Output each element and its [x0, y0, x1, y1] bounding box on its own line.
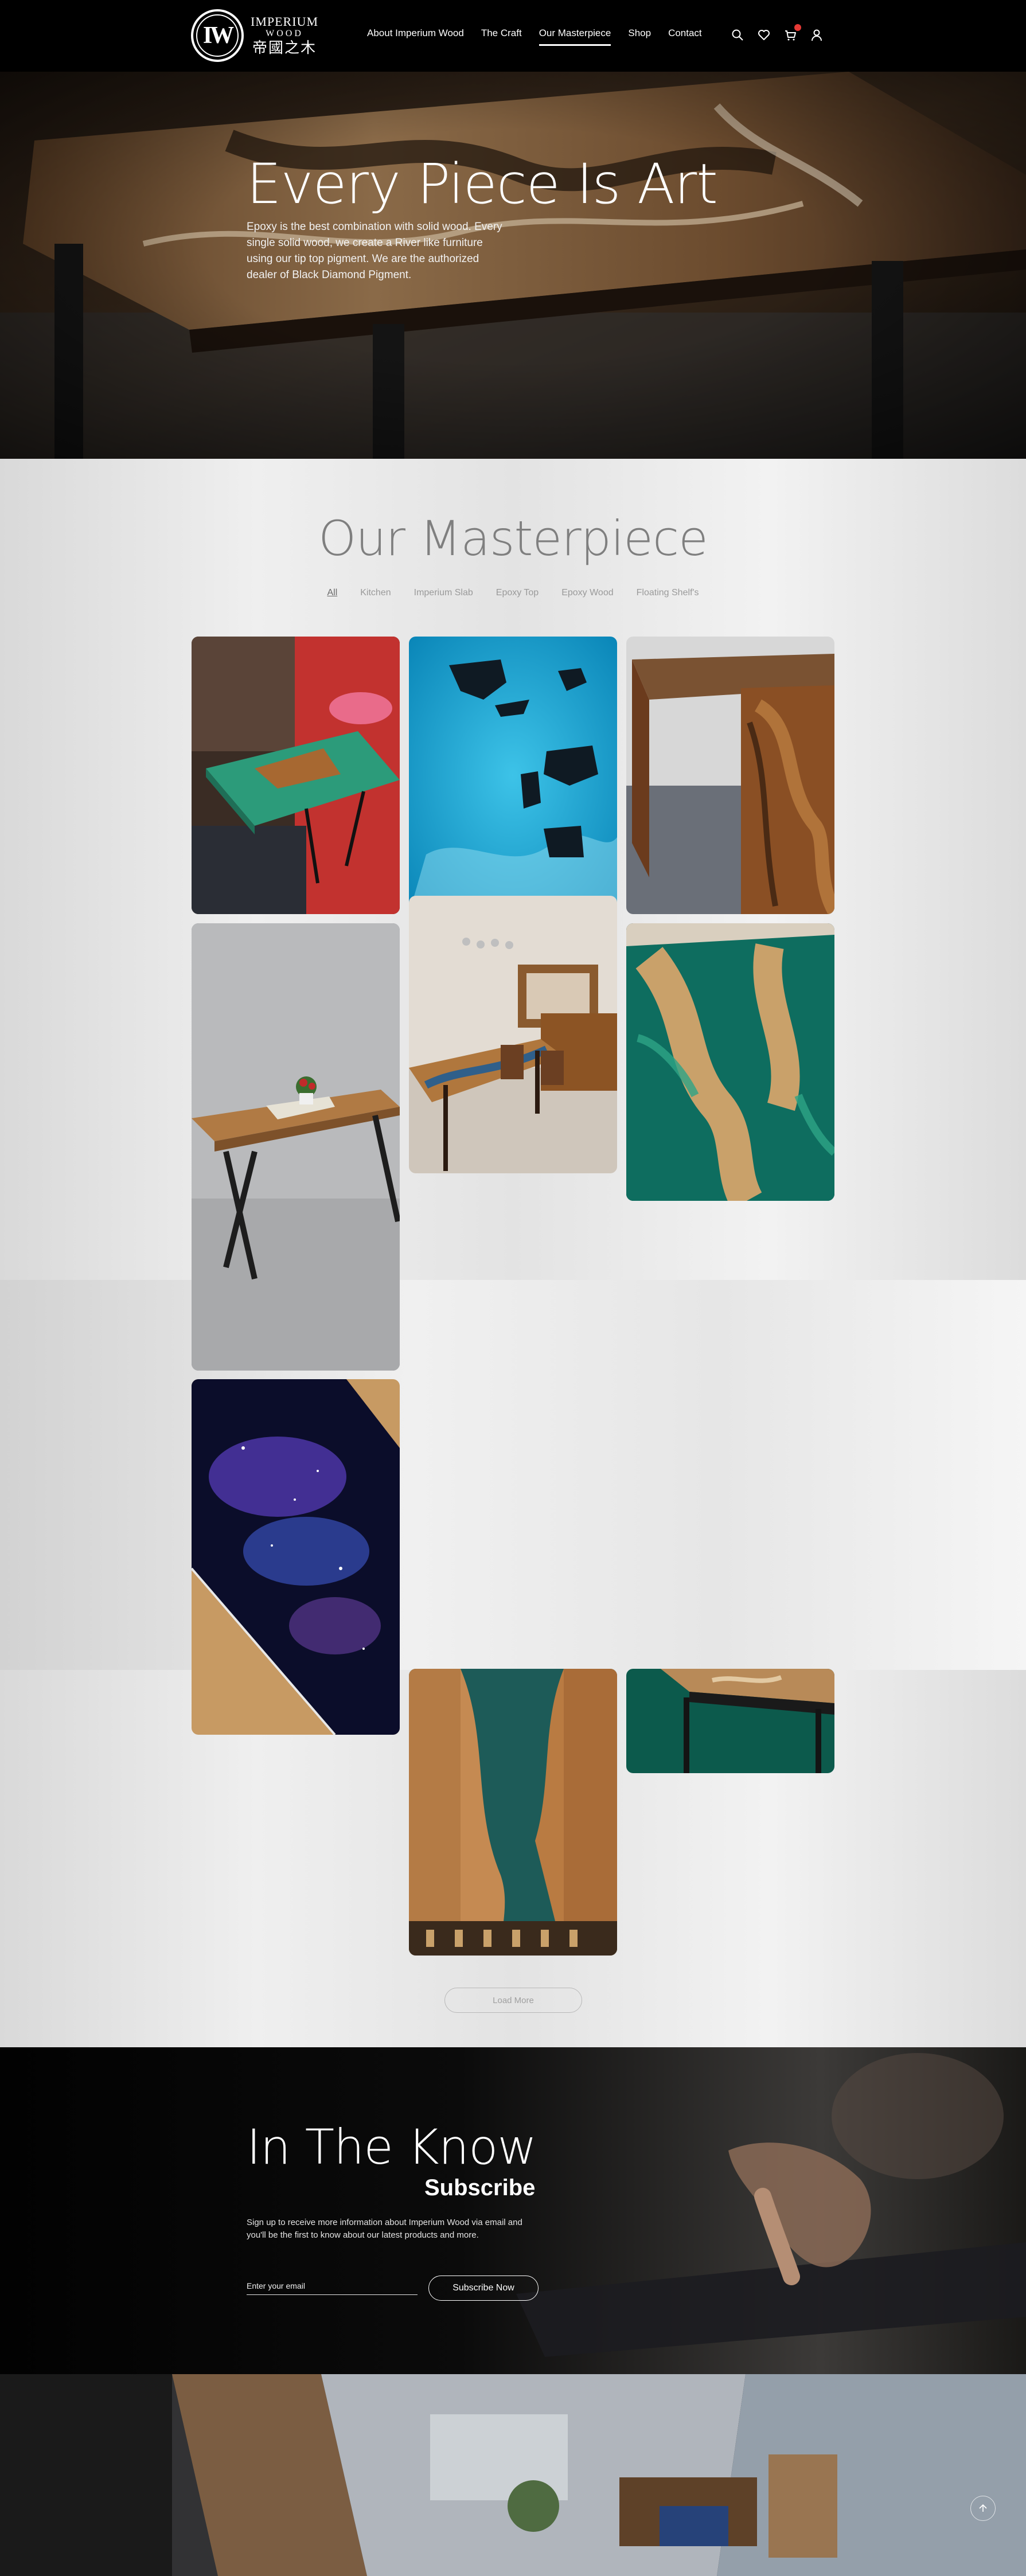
background-band — [0, 1280, 1026, 1670]
white-epoxy-table-image — [192, 923, 400, 1371]
logo-monogram: IW — [202, 22, 234, 49]
logo-emblem: IW — [191, 9, 244, 62]
site-header: IW IMPERIUM WOOD 帝國之木 About Imperium Woo… — [0, 0, 1026, 72]
filter-epoxy-top[interactable]: Epoxy Top — [496, 588, 539, 598]
load-more-button[interactable]: Load More — [444, 1988, 582, 2013]
green-marble-river-table-image — [626, 923, 834, 1201]
gallery-item[interactable] — [192, 923, 400, 1371]
category-filters: All Kitchen Imperium Slab Epoxy Top Epox… — [0, 588, 1026, 598]
masterpiece-section: Our Masterpiece All Kitchen Imperium Sla… — [0, 459, 1026, 2047]
dining-room-table-image — [409, 896, 617, 1173]
galaxy-epoxy-table-image — [192, 1379, 400, 1735]
blue-epoxy-image — [409, 637, 617, 914]
hero-description: Epoxy is the best combination with solid… — [247, 221, 502, 281]
header-icons — [731, 24, 823, 41]
nav-contact[interactable]: Contact — [668, 28, 702, 44]
newsletter-section: In The Know Subscribe Sign up to receive… — [0, 2047, 1026, 2374]
newsletter-description: Sign up to receive more information abou… — [247, 2218, 522, 2240]
nav-the-craft[interactable]: The Craft — [481, 28, 522, 44]
logo-line-3: 帝國之木 — [252, 40, 317, 56]
masterpiece-title: Our Masterpiece — [318, 510, 708, 567]
hero-section: Every Piece Is Art Epoxy is the best com… — [0, 72, 1026, 459]
gallery-item[interactable] — [192, 637, 400, 914]
filter-epoxy-wood[interactable]: Epoxy Wood — [561, 588, 613, 598]
gallery-item[interactable] — [409, 896, 617, 1173]
gallery-item[interactable] — [626, 1669, 834, 1773]
scroll-to-top-button[interactable] — [970, 2496, 996, 2521]
email-input[interactable] — [247, 2277, 418, 2295]
hero-title: Every Piece Is Art — [247, 152, 718, 216]
footer-image-section — [0, 2374, 1026, 2576]
gallery-item[interactable] — [626, 637, 834, 914]
user-icon[interactable] — [810, 29, 823, 41]
nav-our-masterpiece[interactable]: Our Masterpiece — [539, 28, 611, 46]
subscribe-now-button[interactable]: Subscribe Now — [428, 2276, 539, 2301]
filter-all[interactable]: All — [327, 588, 337, 598]
cart-count-badge — [794, 24, 801, 31]
teal-river-table-image — [409, 1669, 617, 1956]
site-logo[interactable]: IW IMPERIUM WOOD 帝國之木 — [191, 8, 318, 63]
hero-table-image — [0, 72, 1026, 459]
newsletter-title: In The Know — [247, 2119, 537, 2175]
filter-imperium-slab[interactable]: Imperium Slab — [414, 588, 473, 598]
green-river-table-image — [192, 637, 400, 914]
search-icon[interactable] — [731, 29, 744, 41]
gallery-item[interactable] — [192, 1379, 400, 1735]
filter-floating-shelfs[interactable]: Floating Shelf's — [637, 588, 699, 598]
green-table-corner-image — [626, 1669, 834, 1773]
nav-shop[interactable]: Shop — [628, 28, 651, 44]
logo-line-1: IMPERIUM — [251, 14, 319, 29]
main-nav: About Imperium Wood The Craft Our Master… — [367, 28, 719, 46]
arrow-up-icon — [979, 2504, 987, 2512]
gallery-item[interactable] — [409, 1669, 617, 1956]
walnut-waterfall-table-image — [626, 637, 834, 914]
newsletter-background-image — [0, 2047, 1026, 2374]
nav-about[interactable]: About Imperium Wood — [367, 28, 464, 44]
newsletter-subtitle: Subscribe — [424, 2175, 536, 2200]
logo-wordmark: IMPERIUM WOOD 帝國之木 — [251, 15, 318, 56]
filter-kitchen[interactable]: Kitchen — [360, 588, 391, 598]
heart-icon[interactable] — [758, 29, 770, 41]
logo-line-2: WOOD — [266, 29, 303, 38]
cart-icon[interactable] — [784, 24, 801, 41]
interior-showcase-image — [0, 2374, 1026, 2576]
gallery-item[interactable] — [626, 923, 834, 1201]
gallery-item[interactable] — [409, 637, 617, 914]
